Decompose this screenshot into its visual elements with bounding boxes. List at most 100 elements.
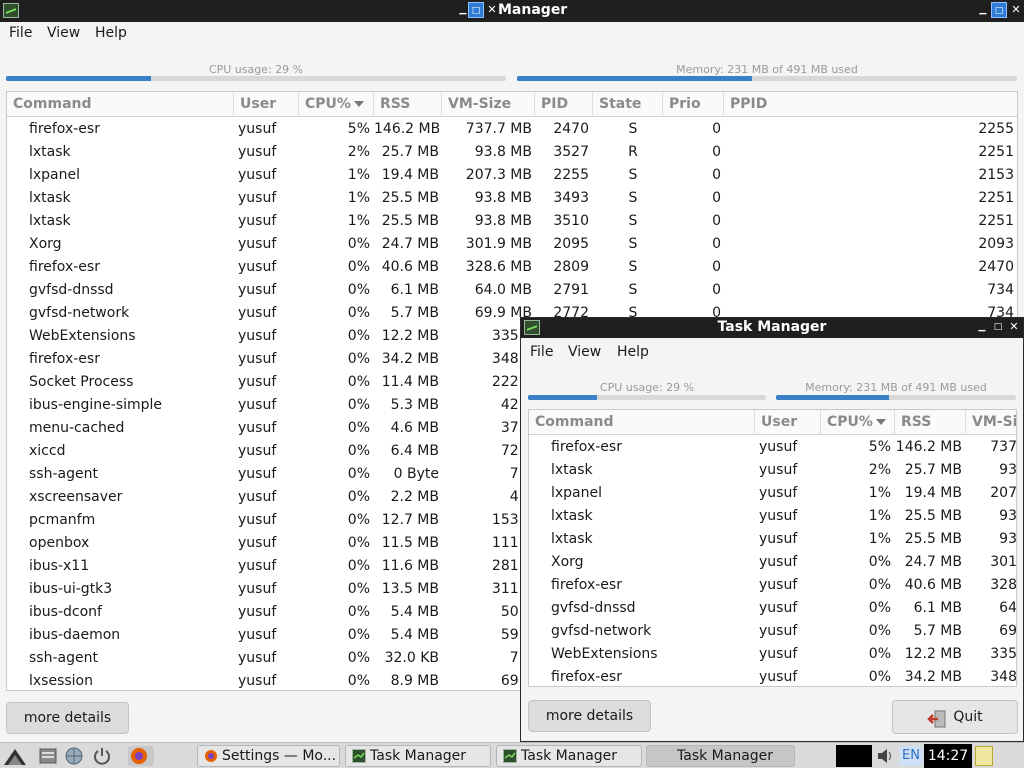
column-header-cpu[interactable]: CPU%: [299, 92, 374, 117]
table-row[interactable]: firefox-esr yusuf 0% 40.6 MB 328.6 MB 2809 S 0 2…: [7, 256, 1017, 279]
cell-command: Xorg: [551, 554, 584, 570]
cell-prio: 0: [712, 236, 721, 252]
cell-vm-size: 93: [999, 508, 1017, 524]
firefox-launcher-icon[interactable]: [128, 746, 154, 766]
task-manager-window-2: Task Manager ▁ □ ✕ File View Help CPU us…: [520, 317, 1024, 742]
cell-cpu: 0%: [347, 328, 370, 344]
table-row[interactable]: firefox-esr yusuf 0% 40.6 MB 328: [529, 574, 1016, 597]
table-row[interactable]: lxtask yusuf 1% 25.5 MB 93: [529, 528, 1016, 551]
keyboard-layout-indicator[interactable]: EN: [899, 746, 923, 766]
table-row[interactable]: firefox-esr yusuf 5% 146.2 MB 737.7 MB 2470 S 0…: [7, 118, 1017, 141]
menu-help[interactable]: Help: [95, 25, 127, 41]
task-task-manager-1[interactable]: Task Manager: [345, 745, 491, 767]
column-header-command-2[interactable]: Command: [529, 410, 755, 435]
table-row[interactable]: lxpanel yusuf 1% 19.4 MB 207.3 MB 2255 S 0 2153: [7, 164, 1017, 187]
start-menu-icon[interactable]: [3, 746, 26, 766]
cell-command: gvfsd-dnssd: [29, 282, 114, 298]
column-header-command[interactable]: Command: [7, 92, 234, 117]
cell-vm-size: 335.9: [491, 328, 532, 344]
table-row[interactable]: gvfsd-network yusuf 0% 5.7 MB 69: [529, 620, 1016, 643]
table-row[interactable]: lxtask yusuf 1% 25.5 MB 93: [529, 505, 1016, 528]
close-button-right[interactable]: ✕: [1008, 2, 1024, 18]
task-task-manager-2[interactable]: Task Manager: [496, 745, 642, 767]
table-row[interactable]: Xorg yusuf 0% 24.7 MB 301: [529, 551, 1016, 574]
cell-prio: 0: [712, 144, 721, 160]
table-row[interactable]: firefox-esr yusuf 5% 146.2 MB 737: [529, 436, 1016, 459]
table-row[interactable]: gvfsd-dnssd yusuf 0% 6.1 MB 64: [529, 597, 1016, 620]
maximize-button-2[interactable]: □: [990, 319, 1006, 335]
web-browser-icon[interactable]: [64, 746, 84, 766]
menu-view-2[interactable]: View: [568, 344, 601, 360]
cell-vm-size: 93: [999, 462, 1017, 478]
column-header-vm-size[interactable]: VM-Size: [442, 92, 535, 117]
table-row[interactable]: Xorg yusuf 0% 24.7 MB 301.9 MB 2095 S 0 2093: [7, 233, 1017, 256]
sort-descending-icon: [353, 101, 364, 107]
table-row[interactable]: WebExtensions yusuf 0% 12.2 MB 335: [529, 643, 1016, 666]
table-row[interactable]: gvfsd-dnssd yusuf 0% 6.1 MB 64.0 MB 2791 S 0 734: [7, 279, 1017, 302]
column-header-rss-2[interactable]: RSS: [895, 410, 966, 435]
column-header-rss[interactable]: RSS: [374, 92, 442, 117]
cell-command: ibus-x11: [29, 558, 90, 574]
cell-rss: 25.5 MB: [904, 508, 962, 524]
cell-rss: 19.4 MB: [381, 167, 439, 183]
title-bar-2[interactable]: Task Manager ▁ □ ✕: [521, 318, 1023, 338]
cell-ppid: 2093: [978, 236, 1014, 252]
cell-command: openbox: [29, 535, 90, 551]
cell-rss: 12.2 MB: [904, 646, 962, 662]
file-manager-icon[interactable]: [38, 746, 58, 766]
clock[interactable]: 14:27: [924, 744, 972, 768]
cell-cpu: 1%: [347, 213, 370, 229]
cell-user: yusuf: [238, 512, 277, 528]
table-row[interactable]: lxtask yusuf 2% 25.7 MB 93: [529, 459, 1016, 482]
task-settings[interactable]: Settings — Mo...: [197, 745, 340, 767]
cell-vm-size: 64.0 MB: [474, 282, 532, 298]
volume-icon[interactable]: [876, 747, 896, 765]
cell-cpu: 0%: [347, 489, 370, 505]
cell-pid: 3493: [553, 190, 589, 206]
table-row[interactable]: lxtask yusuf 2% 25.7 MB 93.8 MB 3527 R 0 2251: [7, 141, 1017, 164]
cell-rss: 146.2 MB: [374, 121, 439, 137]
cell-rss: 4.6 MB: [390, 420, 439, 436]
table-row[interactable]: lxtask yusuf 1% 25.5 MB 93.8 MB 3510 S 0 2251: [7, 210, 1017, 233]
shutdown-icon[interactable]: [92, 746, 112, 766]
cell-vm-size: 222.6: [491, 374, 532, 390]
cell-command: Socket Process: [29, 374, 134, 390]
cell-user: yusuf: [238, 144, 277, 160]
cell-user: yusuf: [238, 213, 277, 229]
cell-vm-size: 69.9 MB: [474, 305, 532, 321]
column-header-cpu-2[interactable]: CPU%: [821, 410, 895, 435]
close-button-2[interactable]: ✕: [1006, 319, 1022, 335]
task-task-manager-3[interactable]: Task Manager: [646, 745, 795, 767]
cell-user: yusuf: [238, 190, 277, 206]
table-row[interactable]: lxtask yusuf 1% 25.5 MB 93.8 MB 3493 S 0 2251: [7, 187, 1017, 210]
column-header-user[interactable]: User: [234, 92, 299, 117]
cell-cpu: 5%: [347, 121, 370, 137]
minimize-button-2[interactable]: ▁: [974, 319, 990, 335]
menu-help-2[interactable]: Help: [617, 344, 649, 360]
maximize-button-right[interactable]: □: [991, 2, 1007, 18]
column-header-user-2[interactable]: User: [755, 410, 821, 435]
quit-button[interactable]: Quit: [892, 700, 1018, 734]
more-details-button-2[interactable]: more details: [528, 700, 651, 732]
cell-command: firefox-esr: [551, 577, 622, 593]
table-row[interactable]: firefox-esr yusuf 0% 34.2 MB 348: [529, 666, 1016, 686]
maximize-button[interactable]: □: [468, 2, 484, 18]
column-header-ppid[interactable]: PPID: [724, 92, 1017, 117]
cell-user: yusuf: [238, 167, 277, 183]
table-row[interactable]: lxpanel yusuf 1% 19.4 MB 207: [529, 482, 1016, 505]
column-header-pid[interactable]: PID: [535, 92, 593, 117]
column-header-state[interactable]: State: [593, 92, 663, 117]
cell-user: yusuf: [759, 577, 798, 593]
menu-view[interactable]: View: [47, 25, 80, 41]
title-bar[interactable]: ▁ □ ✕ Manager ▁ □ ✕: [0, 0, 1024, 22]
minimize-button-right[interactable]: ▁: [975, 2, 991, 18]
menu-file[interactable]: File: [9, 25, 32, 41]
menu-file-2[interactable]: File: [530, 344, 553, 360]
cpu-usage-label-2: CPU usage: 29 %: [599, 381, 695, 394]
column-header-vm-size-2[interactable]: VM-Si: [966, 410, 1016, 435]
show-desktop-icon[interactable]: [975, 746, 993, 766]
cpu-monitor-widget[interactable]: [836, 745, 872, 767]
column-header-prio[interactable]: Prio: [663, 92, 724, 117]
more-details-button[interactable]: more details: [6, 702, 129, 734]
cell-vm-size: 301.9 MB: [465, 236, 532, 252]
